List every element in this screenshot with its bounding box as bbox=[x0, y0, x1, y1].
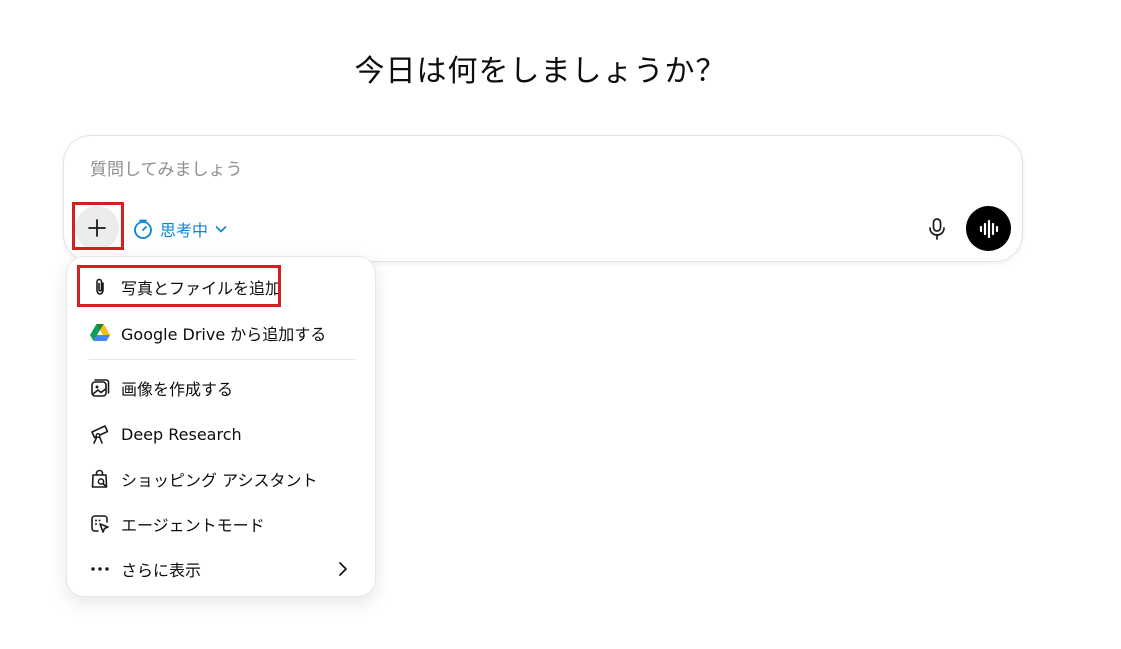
telescope-icon bbox=[89, 423, 111, 445]
menu-item-label: ショッピング アシスタント bbox=[121, 471, 318, 490]
menu-item-show-more[interactable]: さらに表示 bbox=[77, 549, 365, 589]
thinking-mode-button[interactable]: 思考中 bbox=[132, 214, 228, 244]
page: 今日は何をしましょうか？ 思考中 bbox=[0, 0, 1121, 649]
menu-divider bbox=[89, 359, 355, 360]
chevron-down-icon bbox=[215, 226, 227, 233]
stopwatch-icon bbox=[134, 219, 152, 239]
microphone-button[interactable] bbox=[920, 212, 954, 246]
thinking-mode-label: 思考中 bbox=[160, 221, 209, 240]
more-dots-icon bbox=[89, 558, 111, 580]
agent-cursor-icon bbox=[89, 513, 111, 535]
menu-item-add-photos-files[interactable]: 写真とファイルを追加 bbox=[77, 267, 365, 307]
menu-item-agent-mode[interactable]: エージェントモード bbox=[77, 504, 365, 544]
paperclip-icon bbox=[89, 276, 111, 298]
shopping-bag-icon bbox=[89, 468, 111, 490]
page-title: 今日は何をしましょうか？ bbox=[354, 54, 727, 89]
menu-item-google-drive[interactable]: Google Drive から追加する bbox=[77, 313, 365, 353]
voice-waveform-icon bbox=[979, 219, 998, 238]
menu-item-label: 画像を作成する bbox=[121, 380, 234, 399]
menu-item-label: Deep Research bbox=[121, 424, 242, 444]
attach-menu: 写真とファイルを追加 Google Drive から追加する 画像を作成する D… bbox=[66, 256, 376, 597]
menu-item-label: エージェントモード bbox=[121, 516, 265, 535]
google-drive-icon bbox=[89, 322, 111, 344]
menu-item-label: 写真とファイルを追加 bbox=[121, 279, 282, 298]
menu-item-label: Google Drive から追加する bbox=[121, 325, 327, 344]
menu-item-shopping-assistant[interactable]: ショッピング アシスタント bbox=[77, 459, 365, 499]
chevron-right-icon bbox=[333, 559, 353, 579]
microphone-icon bbox=[929, 218, 945, 240]
menu-item-create-image[interactable]: 画像を作成する bbox=[77, 368, 365, 408]
menu-item-deep-research[interactable]: Deep Research bbox=[77, 414, 365, 454]
plus-icon bbox=[88, 219, 106, 237]
voice-mode-button[interactable] bbox=[966, 206, 1011, 251]
menu-item-label: さらに表示 bbox=[121, 561, 202, 580]
prompt-input[interactable] bbox=[90, 160, 790, 180]
composer: 思考中 bbox=[63, 135, 1023, 262]
add-button[interactable] bbox=[75, 206, 119, 250]
image-create-icon bbox=[89, 377, 111, 399]
